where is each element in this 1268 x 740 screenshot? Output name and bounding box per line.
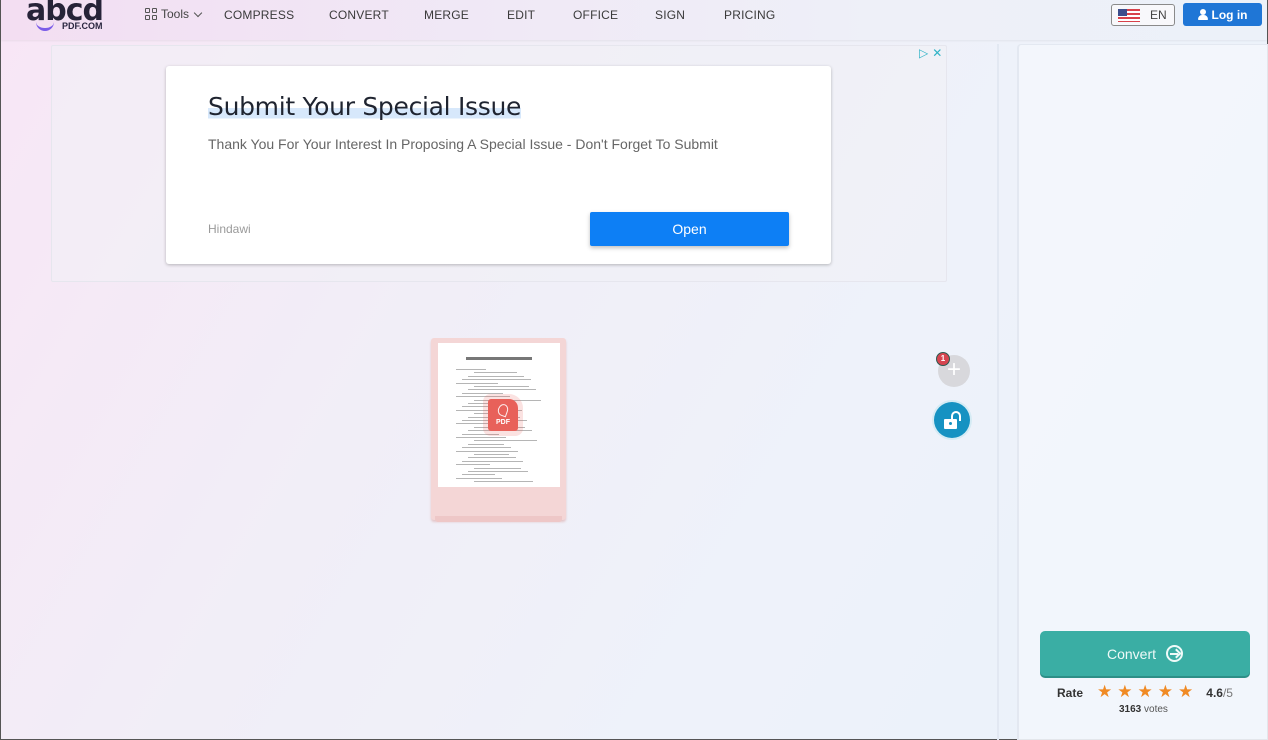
thumbnail-text-line <box>456 437 506 438</box>
unlock-button[interactable] <box>934 402 970 438</box>
thumbnail-text-line <box>468 375 524 377</box>
star-icon[interactable]: ★ <box>1178 682 1193 701</box>
thumbnail-text-line <box>468 471 528 472</box>
thumbnail-text-line <box>468 457 516 459</box>
user-icon <box>1197 9 1208 20</box>
pdf-file-icon: PDF <box>488 399 518 431</box>
thumbnail-text-line <box>456 369 486 370</box>
thumbnail-text-line <box>462 379 531 381</box>
rate-label: Rate <box>1057 685 1084 700</box>
votes-count: 3163 votes <box>1119 704 1168 715</box>
thumbnail-text-line <box>468 389 536 391</box>
nav-office[interactable]: OFFICE <box>573 8 618 22</box>
rating-row: Rate ★ ★ ★ ★ ★ 4.6 /5 <box>1057 682 1233 701</box>
thumbnail-text-line <box>474 454 509 455</box>
star-icon[interactable]: ★ <box>1097 682 1112 701</box>
login-button[interactable]: Log in <box>1183 3 1262 26</box>
votes-number: 3163 <box>1119 704 1142 715</box>
thumbnail-text-line <box>456 450 518 452</box>
top-nav-bar: abcd PDF.COM Tools COMPRESS CONVERT MERG… <box>1 0 1267 40</box>
language-selector[interactable]: EN <box>1111 4 1175 26</box>
logo-smile-icon <box>36 22 54 31</box>
thumbnail-text-line <box>462 447 511 449</box>
convert-label: Convert <box>1106 645 1157 662</box>
thumbnail-text-line <box>474 386 529 387</box>
ad-controls: ▷ ✕ <box>919 46 942 60</box>
ad-title[interactable]: Submit Your Special Issue <box>208 92 521 121</box>
star-icon[interactable]: ★ <box>1158 682 1173 701</box>
grid-icon <box>145 8 157 20</box>
star-rating[interactable]: ★ ★ ★ ★ ★ <box>1097 682 1198 701</box>
logo-subtext: PDF.COM <box>62 21 103 31</box>
star-icon[interactable]: ★ <box>1138 682 1153 701</box>
ad-description: Thank You For Your Interest In Proposing… <box>208 136 718 152</box>
star-icon[interactable]: ★ <box>1117 682 1132 701</box>
file-count-badge: 1 <box>936 352 950 366</box>
ad-advertiser: Hindawi <box>208 222 251 236</box>
nav-sign[interactable]: SIGN <box>655 8 685 22</box>
thumbnail-text-line <box>474 440 537 442</box>
login-label: Log in <box>1211 7 1248 22</box>
nav-convert[interactable]: CONVERT <box>329 8 389 22</box>
nav-compress[interactable]: COMPRESS <box>224 8 294 22</box>
thumbnail-header-line <box>466 357 532 360</box>
thumbnail-text-line <box>456 382 498 384</box>
thumbnail-text-line <box>474 481 533 483</box>
rating-max: /5 <box>1222 685 1233 700</box>
thumbnail-text-line <box>474 372 517 374</box>
nav-edit[interactable]: EDIT <box>507 8 535 22</box>
thumbnail-text-line <box>462 474 495 476</box>
pdf-file-card[interactable]: PDF <box>431 338 566 522</box>
thumbnail-text-line <box>474 467 521 469</box>
nav-pricing[interactable]: PRICING <box>724 8 775 22</box>
tools-label: Tools <box>161 7 190 21</box>
thumbnail-text-line <box>462 392 503 394</box>
pdf-page-thumbnail: PDF <box>438 343 560 487</box>
thumbnail-text-line <box>462 460 523 462</box>
rating-value: 4.6 <box>1206 685 1223 700</box>
adchoices-icon[interactable]: ▷ <box>919 46 928 60</box>
chevron-down-icon <box>193 8 203 17</box>
thumbnail-text-line <box>468 443 504 445</box>
ad-open-button[interactable]: Open <box>590 212 789 246</box>
language-code: EN <box>1150 8 1167 22</box>
ad-card[interactable]: Submit Your Special Issue Thank You For … <box>166 66 831 264</box>
convert-button[interactable]: Convert <box>1040 631 1250 676</box>
tools-menu-button[interactable]: Tools <box>145 7 203 21</box>
site-logo[interactable]: abcd PDF.COM <box>26 0 110 36</box>
unlock-icon <box>944 419 957 429</box>
thumbnail-text-line <box>456 477 502 479</box>
us-flag-icon <box>1118 8 1140 22</box>
ad-close-icon[interactable]: ✕ <box>932 46 942 60</box>
nav-merge[interactable]: MERGE <box>424 8 469 22</box>
thumbnail-text-line <box>456 464 490 466</box>
thumbnail-text-line <box>456 396 510 398</box>
arrow-right-circle-icon <box>1166 645 1184 662</box>
thumbnail-text-line <box>462 433 499 435</box>
votes-label: votes <box>1144 704 1168 715</box>
